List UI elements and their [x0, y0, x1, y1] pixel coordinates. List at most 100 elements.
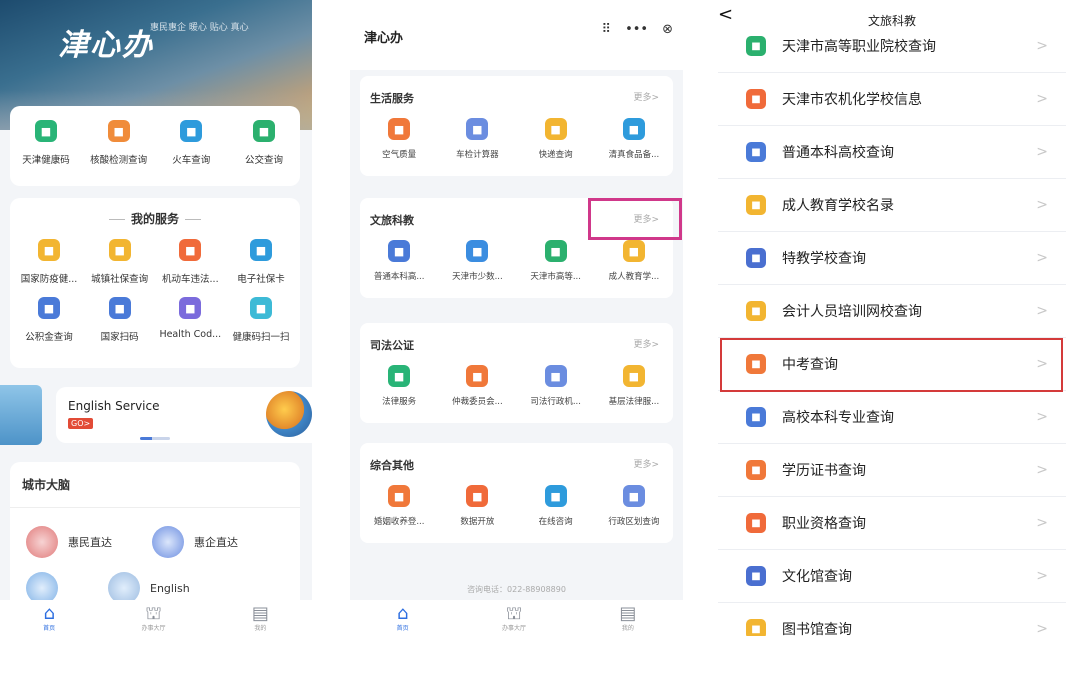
cloud-icon: ■ — [388, 118, 411, 140]
section-service-item[interactable]: ■ 普通本科高... — [363, 240, 435, 282]
list-item[interactable]: ■ 特教学校查询 > — [718, 232, 1066, 285]
chevron-right-icon: > — [1036, 250, 1048, 266]
health-icon: ■ — [179, 297, 202, 319]
page-title: 津心办 — [364, 31, 404, 46]
list-item-label: 成人教育学校名录 — [782, 198, 894, 214]
service-label: 成人教育学... — [608, 272, 660, 282]
service-label: 仲裁委员会... — [452, 397, 503, 407]
more-link[interactable]: 更多> — [633, 457, 659, 470]
huimin-icon — [26, 526, 58, 558]
quick-service-item[interactable]: ■ 公交查询 — [228, 120, 300, 186]
book-icon: ■ — [746, 407, 766, 427]
list-item[interactable]: ■ 文化馆查询 > — [718, 550, 1066, 603]
scale-icon: ■ — [622, 365, 645, 387]
city-item-huimin[interactable]: 惠民直达 — [26, 526, 112, 558]
chevron-right-icon: > — [1036, 197, 1048, 213]
my-service-item[interactable]: ■ 公积金查询 — [14, 297, 84, 343]
section-service-item[interactable]: ■ 法律服务 — [363, 365, 435, 407]
service-section: 生活服务 更多> ■ 空气质量 ■ 车检计算器 ■ 快递查询 ■ 清真食品备... — [360, 76, 673, 176]
section-service-item[interactable]: ■ 数据开放 — [441, 485, 513, 527]
chevron-right-icon: > — [1036, 409, 1048, 425]
grid-icon: ■ — [38, 239, 60, 261]
highlight-zhongkao-box — [720, 338, 1063, 392]
my-service-item[interactable]: ■ 国家扫码 — [85, 297, 155, 343]
tab-service-hall[interactable]: ⛫ 办事大厅 — [502, 604, 526, 632]
service-label: 电子社保卡 — [237, 274, 285, 285]
section-service-item[interactable]: ■ 在线咨询 — [520, 485, 592, 527]
hotline-text: 咨询电话：022-88908890 — [467, 585, 566, 594]
section-service-item[interactable]: ■ 婚姻收养登... — [363, 485, 435, 527]
person-icon: ■ — [746, 301, 766, 321]
list-item-label: 图书馆查询 — [782, 622, 852, 636]
my-service-item[interactable]: ■ 健康码扫一扫 — [226, 297, 296, 343]
section-service-item[interactable]: ■ 司法行政机... — [520, 365, 592, 407]
list-item[interactable]: ■ 学历证书查询 > — [718, 444, 1066, 497]
section-service-item[interactable]: ■ 成人教育学... — [598, 240, 670, 282]
quick-service-item[interactable]: ■ 火车查询 — [155, 120, 227, 186]
quick-service-item[interactable]: ■ 核酸检测查询 — [83, 120, 155, 186]
scan2-icon: ■ — [249, 297, 272, 319]
chevron-right-icon: > — [1036, 144, 1048, 160]
section-service-item[interactable]: ■ 快递查询 — [520, 118, 592, 160]
my-service-item[interactable]: ■ 国家防疫健... — [14, 239, 84, 285]
list-item-label: 普通本科高校查询 — [782, 145, 894, 161]
section-service-item[interactable]: ■ 空气质量 — [363, 118, 435, 160]
list-item[interactable]: ■ 会计人员培训网校查询 > — [718, 285, 1066, 338]
tab-home[interactable]: ⌂ 首页 — [397, 604, 409, 632]
english-service-banner[interactable]: English Service GO> — [0, 385, 312, 445]
service-label: 行政区划查询 — [608, 517, 660, 527]
screenshot-composite: 津心办 惠民惠企 暖心 贴心 真心 ■ 天津健康码 ■ 核酸检测查询 ■ 火车查询 ■ 公交查… — [0, 0, 1080, 676]
my-service-item[interactable]: ■ 机动车违法... — [155, 239, 225, 285]
my-services-title: 我的服务 — [10, 210, 300, 227]
list-item[interactable]: ■ 高校本科专业查询 > — [718, 391, 1066, 444]
data-icon: ■ — [466, 485, 489, 507]
more-link[interactable]: 更多> — [633, 90, 659, 103]
list-item[interactable]: ■ 普通本科高校查询 > — [718, 126, 1066, 179]
list-item-label: 天津市高等职业院校查询 — [782, 39, 936, 55]
service-label: 快递查询 — [538, 150, 573, 160]
brand-logo: 津心办 — [58, 28, 154, 63]
service-section: 综合其他 更多> ■ 婚姻收养登... ■ 数据开放 ■ 在线咨询 ■ 行政区划查询 — [360, 443, 673, 543]
my-service-item[interactable]: ■ 电子社保卡 — [226, 239, 296, 285]
section-service-item[interactable]: ■ 行政区划查询 — [598, 485, 670, 527]
section-service-item[interactable]: ■ 天津市少数... — [441, 240, 513, 282]
list-item-label: 特教学校查询 — [782, 251, 866, 267]
building-icon: ■ — [544, 240, 567, 262]
tab-mine[interactable]: ▤ 我的 — [619, 604, 636, 632]
section-service-item[interactable]: ■ 车检计算器 — [441, 118, 513, 160]
shield-icon: ■ — [544, 365, 567, 387]
section-service-item[interactable]: ■ 仲裁委员会... — [441, 365, 513, 407]
list-item[interactable]: ■ 成人教育学校名录 > — [718, 179, 1066, 232]
close-icon[interactable]: ⊗ — [662, 22, 673, 37]
chevron-right-icon: > — [1036, 515, 1048, 531]
service-category-screen: 津心办 ⠿ ••• ⊗ 生活服务 更多> ■ 空气质量 ■ 车检计算器 ■ 快递查询 ■ 清真食品… — [350, 0, 683, 636]
triangle-icon: ■ — [746, 248, 766, 268]
building-icon: ⛫ — [145, 602, 162, 624]
service-label: 国家防疫健... — [20, 274, 78, 285]
mini-app-capsule: ⠿ ••• ⊗ — [602, 22, 673, 37]
list-item[interactable]: ■ 天津市农机化学校信息 > — [718, 73, 1066, 126]
chevron-right-icon: > — [1036, 462, 1048, 478]
section-service-item[interactable]: ■ 清真食品备... — [598, 118, 670, 160]
section-service-item[interactable]: ■ 基层法律服... — [598, 365, 670, 407]
list-item[interactable]: ■ 图书馆查询 > — [718, 603, 1066, 636]
list-item[interactable]: ■ 职业资格查询 > — [718, 497, 1066, 550]
chevron-right-icon: > — [1036, 568, 1048, 584]
tab-mine[interactable]: ▤ 我的 — [252, 604, 269, 632]
tab-service-hall[interactable]: ⛫ 办事大厅 — [141, 602, 165, 632]
my-service-item[interactable]: ■ 城镇社保查询 — [85, 239, 155, 285]
go-button[interactable]: GO> — [68, 418, 94, 429]
more-icon[interactable]: ••• — [625, 22, 648, 37]
my-service-item[interactable]: ■ Health Cod... — [155, 297, 225, 343]
scan-icon[interactable]: ⠿ — [602, 22, 612, 37]
tab-home[interactable]: ⌂ 首页 — [43, 604, 55, 632]
more-link[interactable]: 更多> — [633, 337, 659, 350]
calc-icon: ■ — [466, 118, 489, 140]
service-label: 普通本科高... — [373, 272, 425, 282]
section-service-item[interactable]: ■ 天津市高等... — [520, 240, 592, 282]
chevron-right-icon: > — [1036, 621, 1048, 636]
service-label: 城镇社保查询 — [91, 274, 149, 285]
quick-service-item[interactable]: ■ 天津健康码 — [10, 120, 82, 186]
city-item-huiqi[interactable]: 惠企直达 — [152, 526, 238, 558]
book-icon: ■ — [746, 142, 766, 162]
